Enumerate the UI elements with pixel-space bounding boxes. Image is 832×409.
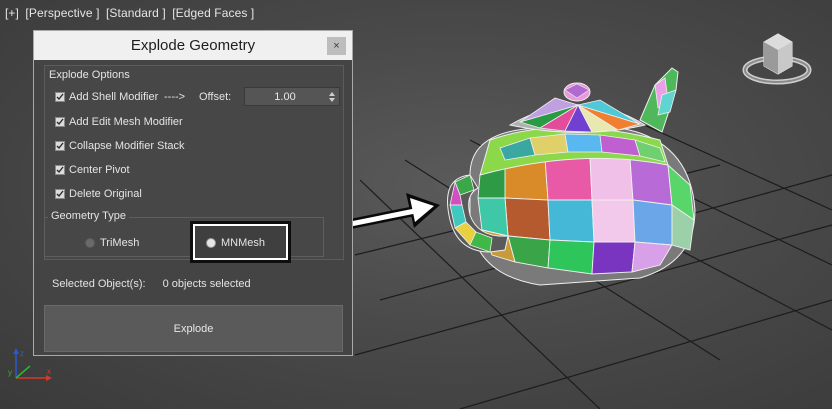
svg-text:y: y [8,368,12,377]
selected-objects-label: Selected Object(s): [52,278,146,290]
add-edit-mesh-checkbox[interactable] [55,117,65,127]
offset-label: Offset: [199,91,232,103]
add-shell-modifier-checkbox[interactable] [55,92,65,102]
checkbox-checked-icon [56,166,64,174]
center-pivot-row: Center Pivot [55,163,130,177]
delete-original-label: Delete Original [69,188,142,200]
add-edit-mesh-row: Add Edit Mesh Modifier [55,115,183,129]
viewport-menu-edged-faces[interactable]: [Edged Faces ] [172,6,254,20]
geometry-type-title: Geometry Type [48,210,129,222]
center-pivot-checkbox[interactable] [55,165,65,175]
offset-spinner[interactable]: 1.00 [244,87,340,106]
center-pivot-label: Center Pivot [69,164,130,176]
offset-value[interactable]: 1.00 [245,91,325,103]
add-shell-modifier-label: Add Shell Modifier [69,91,159,103]
view-cube-icon[interactable] [740,30,815,95]
trimesh-label: TriMesh [100,237,140,249]
trimesh-option[interactable]: TriMesh [85,237,139,249]
close-icon: × [333,40,340,52]
checkbox-checked-icon [56,190,64,198]
viewport-menu-standard[interactable]: [Standard ] [106,6,166,20]
teapot-mesh[interactable] [447,67,696,286]
mnmesh-label: MNMesh [221,237,266,249]
collapse-stack-row: Collapse Modifier Stack [55,139,185,153]
svg-text:z: z [20,349,24,358]
explode-button[interactable]: Explode [44,305,343,352]
add-edit-mesh-label: Add Edit Mesh Modifier [69,116,183,128]
spinner-arrows-icon[interactable] [327,90,337,104]
dialog-body: Explode Options Add Shell Modifier ---->… [34,60,352,355]
selected-objects-value: 0 objects selected [162,278,251,290]
checkbox-checked-icon [56,118,64,126]
checkbox-checked-icon [56,142,64,150]
explode-options-title: Explode Options [49,69,130,81]
viewport-menu-perspective[interactable]: [Perspective ] [25,6,99,20]
delete-original-checkbox[interactable] [55,189,65,199]
delete-original-row: Delete Original [55,187,142,201]
viewport-label[interactable]: [+] [Perspective ] [Standard ] [Edged Fa… [5,6,257,20]
collapse-stack-checkbox[interactable] [55,141,65,151]
explode-geometry-dialog: Explode Geometry × Explode Options Add S… [33,30,353,356]
radio-icon[interactable] [85,238,95,248]
dialog-titlebar[interactable]: Explode Geometry × [34,31,352,60]
selected-objects-row: Selected Object(s): 0 objects selected [52,278,251,290]
dialog-title: Explode Geometry [130,37,256,54]
viewport-menu-plus[interactable]: [+] [5,6,19,20]
shell-arrow-label: ----> [164,91,186,103]
svg-text:x: x [47,367,51,376]
collapse-stack-label: Collapse Modifier Stack [69,140,185,152]
add-shell-modifier-row: Add Shell Modifier [55,90,158,104]
mnmesh-option[interactable]: MNMesh [206,237,265,249]
radio-icon[interactable] [206,238,216,248]
checkbox-checked-icon [56,93,64,101]
close-button[interactable]: × [327,37,346,55]
